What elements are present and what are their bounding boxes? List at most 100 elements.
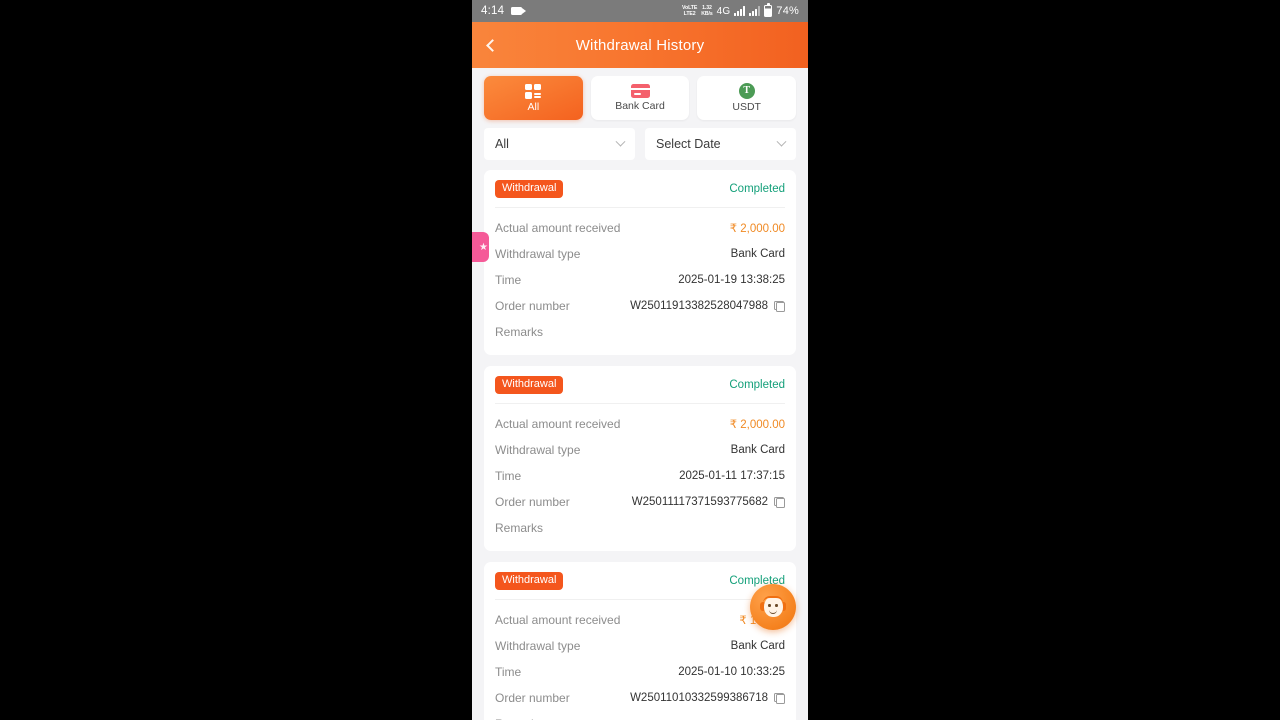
row-value-amount: ₹ 2,000.00 [729, 223, 785, 235]
row-amount: Actual amount received ₹ 2,000.00 [495, 411, 785, 437]
tab-all-label: All [527, 100, 540, 113]
credit-card-icon [630, 84, 650, 98]
row-value-order: W25011117371593775682 [632, 496, 785, 508]
customer-service-button[interactable] [750, 584, 796, 630]
record-header: Withdrawal Completed [495, 170, 785, 208]
status-badge: Withdrawal [495, 179, 564, 198]
customer-service-robot-icon [760, 595, 786, 619]
withdrawal-record-card[interactable]: Withdrawal Completed Actual amount recei… [484, 562, 796, 720]
page-title: Withdrawal History [575, 36, 705, 54]
row-label: Time [495, 273, 522, 287]
promo-tab-icon: ★ [479, 241, 488, 253]
row-value-amount: ₹ 2,000.00 [729, 419, 785, 431]
withdrawal-record-card[interactable]: Withdrawal Completed Actual amount recei… [484, 170, 796, 355]
row-withdrawal-type: Withdrawal type Bank Card [495, 241, 785, 267]
row-value-time: 2025-01-10 10:33:25 [678, 666, 785, 678]
row-value-type: Bank Card [730, 444, 785, 456]
tab-all[interactable]: All [484, 76, 583, 120]
row-label: Actual amount received [495, 613, 621, 627]
screen-letterbox: 4:14 VoLTE LTE2 1.32 KB/s 4G 74% Withdra… [0, 0, 1280, 720]
row-remarks: Remarks [495, 319, 785, 345]
row-value-time: 2025-01-19 13:38:25 [678, 274, 785, 286]
grid-icon [525, 83, 542, 99]
filter-tab-bar: All Bank Card T USDT [472, 68, 808, 128]
row-amount: Actual amount received ₹ 2,000.00 [495, 215, 785, 241]
row-label: Order number [495, 691, 570, 705]
copy-icon[interactable] [774, 496, 785, 508]
date-filter-select[interactable]: Select Date [645, 128, 796, 160]
data-speed-indicator: 1.32 KB/s [701, 5, 713, 17]
record-status: Completed [729, 378, 785, 391]
row-remarks: Remarks [495, 515, 785, 541]
tab-bank-card[interactable]: Bank Card [590, 76, 690, 120]
volte-icon: VoLTE LTE2 [682, 5, 697, 17]
row-withdrawal-type: Withdrawal type Bank Card [495, 437, 785, 463]
withdrawal-record-list: Withdrawal Completed Actual amount recei… [472, 170, 808, 720]
record-header: Withdrawal Completed [495, 562, 785, 600]
row-time: Time 2025-01-10 10:33:25 [495, 659, 785, 685]
status-time: 4:14 [481, 5, 505, 17]
row-value-time: 2025-01-11 17:37:15 [679, 470, 785, 482]
row-order-number: Order number W25011117371593775682 [495, 489, 785, 515]
row-label: Time [495, 469, 522, 483]
row-time: Time 2025-01-11 17:37:15 [495, 463, 785, 489]
app-bar: Withdrawal History [472, 22, 808, 68]
video-record-icon [511, 7, 527, 15]
row-value-type: Bank Card [730, 640, 785, 652]
date-filter-value: Select Date [656, 137, 721, 151]
row-remarks: Remarks [495, 711, 785, 720]
type-filter-select[interactable]: All [484, 128, 635, 160]
row-label: Actual amount received [495, 221, 621, 235]
record-status: Completed [729, 182, 785, 195]
order-number-text: W25011913382528047988 [630, 300, 768, 312]
tab-usdt-label: USDT [732, 101, 761, 113]
status-badge: Withdrawal [495, 571, 564, 590]
row-label: Order number [495, 299, 570, 313]
chevron-down-icon [615, 136, 626, 147]
battery-percent: 74% [776, 5, 799, 17]
status-bar-right: VoLTE LTE2 1.32 KB/s 4G 74% [682, 3, 799, 17]
row-order-number: Order number W25011913382528047988 [495, 293, 785, 319]
row-label: Remarks [495, 325, 544, 339]
record-detail-rows: Actual amount received ₹ 2,000.00 Withdr… [495, 208, 785, 355]
tab-bank-card-label: Bank Card [615, 100, 665, 112]
battery-icon [764, 3, 773, 17]
tether-coin-icon: T [738, 83, 755, 99]
data-speed-unit: KB/s [701, 11, 713, 17]
row-label: Withdrawal type [495, 639, 581, 653]
withdrawal-record-card[interactable]: Withdrawal Completed Actual amount recei… [484, 366, 796, 551]
promo-side-tab[interactable]: ★ [472, 232, 489, 262]
copy-icon[interactable] [774, 692, 785, 704]
status-bar: 4:14 VoLTE LTE2 1.32 KB/s 4G 74% [472, 0, 808, 22]
record-detail-rows: Actual amount received ₹ 100.00 Withdraw… [495, 600, 785, 720]
order-number-text: W25011117371593775682 [631, 496, 768, 508]
signal-bars-sim2-icon [749, 6, 761, 16]
signal-bars-sim1-icon [734, 6, 746, 16]
status-badge: Withdrawal [495, 375, 564, 394]
row-label: Remarks [495, 521, 544, 535]
status-bar-left: 4:14 [481, 5, 527, 17]
row-amount: Actual amount received ₹ 100.00 [495, 607, 785, 633]
row-label: Withdrawal type [495, 247, 581, 261]
record-header: Withdrawal Completed [495, 366, 785, 404]
network-type-label: 4G [716, 5, 731, 17]
row-value-type: Bank Card [730, 248, 785, 260]
row-withdrawal-type: Withdrawal type Bank Card [495, 633, 785, 659]
filter-row: All Select Date [472, 128, 808, 170]
volte-line-2: LTE2 [683, 11, 696, 17]
back-button[interactable] [472, 22, 512, 68]
row-value-order: W25011913382528047988 [630, 300, 785, 312]
record-detail-rows: Actual amount received ₹ 2,000.00 Withdr… [495, 404, 785, 551]
row-value-order: W25011010332599386718 [630, 692, 785, 704]
row-label: Time [495, 665, 522, 679]
row-order-number: Order number W25011010332599386718 [495, 685, 785, 711]
chevron-down-icon [776, 136, 787, 147]
row-time: Time 2025-01-19 13:38:25 [495, 267, 785, 293]
order-number-text: W25011010332599386718 [630, 692, 768, 704]
row-label: Order number [495, 495, 570, 509]
row-label: Withdrawal type [495, 443, 581, 457]
row-label: Actual amount received [495, 417, 621, 431]
copy-icon[interactable] [774, 300, 785, 312]
tab-usdt[interactable]: T USDT [697, 76, 797, 120]
type-filter-value: All [495, 137, 509, 151]
